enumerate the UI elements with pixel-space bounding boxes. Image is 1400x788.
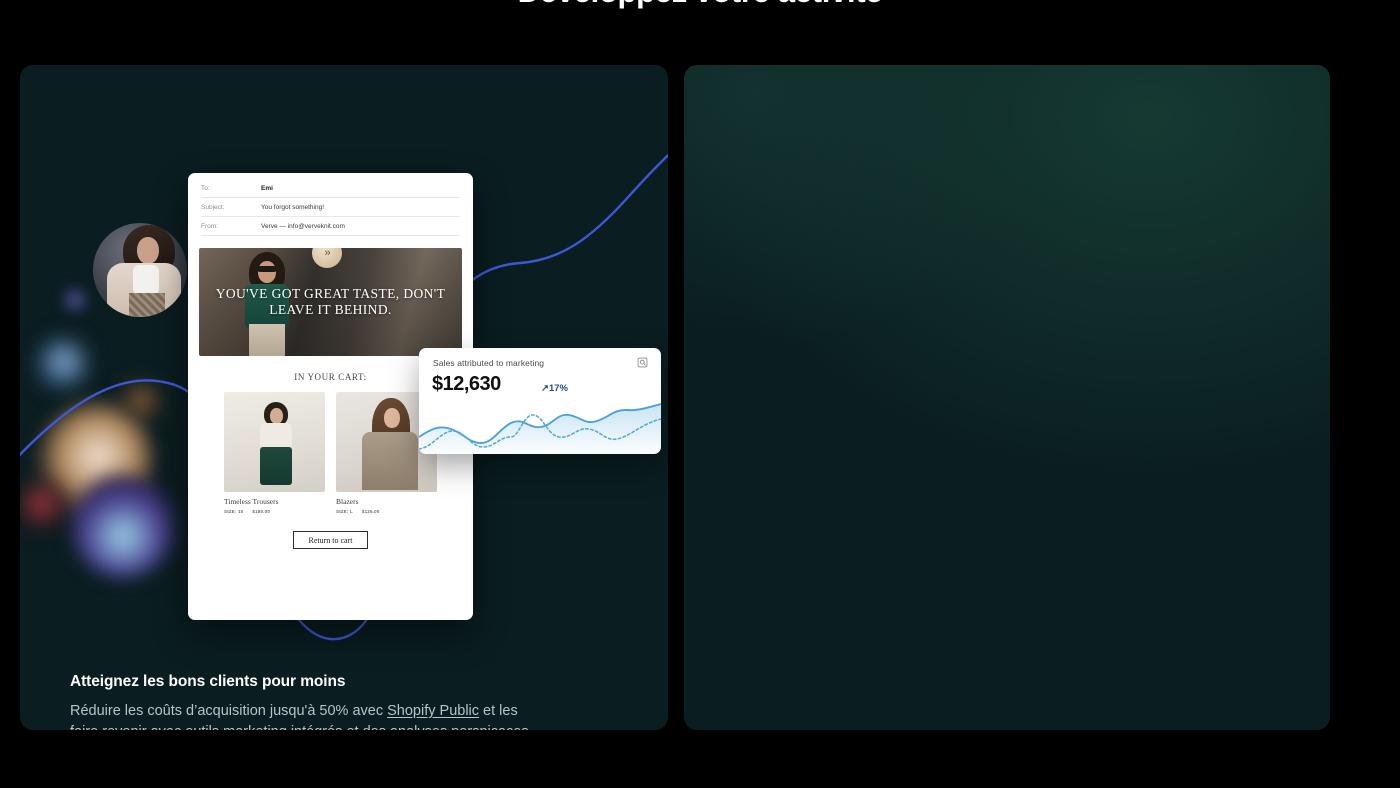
analytics-sparkline xyxy=(419,403,661,454)
left-copy-body: Réduire les coûts d’acquisition jusqu'à … xyxy=(70,701,540,730)
cart-item-price: $180.00 xyxy=(252,509,271,514)
email-header-fields: To: Emi Subject: You forgot something! F… xyxy=(188,173,473,236)
left-card-copy: Atteignez les bons clients pour moins Ré… xyxy=(70,673,540,730)
avatar-skirt xyxy=(129,293,165,317)
page-root: Développez votre activité xyxy=(0,0,1400,788)
cart-item-name: Timeless Trousers xyxy=(224,497,279,506)
copy-text: Réduire les coûts d’acquisition jusqu'à … xyxy=(70,703,388,719)
email-field-value: Emi xyxy=(261,184,273,192)
model-face xyxy=(258,261,276,283)
email-row-subject: Subject: You forgot something! xyxy=(201,198,460,217)
avatar-top xyxy=(133,265,159,295)
email-field-label: To: xyxy=(201,184,210,192)
analytics-title: Sales attributed to marketing xyxy=(433,358,545,368)
link-shopify-public[interactable]: Shopify Public xyxy=(387,703,479,719)
link-insightful-analytics[interactable]: des analyses perspicaces xyxy=(363,724,529,731)
model-pants xyxy=(249,324,285,356)
email-field-value: You forgot something! xyxy=(261,203,324,211)
sales-analytics-card: Sales attributed to marketing $12,630 ↗1… xyxy=(419,348,661,454)
decorative-blob xyxy=(65,290,85,310)
copy-text: et xyxy=(342,724,362,731)
cart-item-size: SIZE: 10 xyxy=(224,509,244,514)
email-hero-headline: YOU'VE GOT GREAT TASTE, DON'T LEAVE IT B… xyxy=(215,286,446,317)
email-row-from: From: Verve — info@verveknit.com xyxy=(201,217,460,236)
left-copy-heading: Atteignez les bons clients pour moins xyxy=(70,673,346,690)
email-field-label: From: xyxy=(201,222,218,230)
copy-text: . xyxy=(529,724,533,731)
cart-item-meta: SIZE: L $125.00 xyxy=(336,509,437,514)
decorative-blob xyxy=(20,483,64,527)
marketing-feature-card: To: Emi Subject: You forgot something! F… xyxy=(20,65,668,730)
analytics-value: $12,630 xyxy=(432,373,501,395)
email-row-to: To: Emi xyxy=(201,179,460,198)
analytics-delta-badge: ↗17% xyxy=(541,383,568,394)
return-to-cart-button[interactable]: Return to cart xyxy=(293,531,368,549)
cart-item-size: SIZE: L xyxy=(336,509,353,514)
sunglasses-icon xyxy=(257,266,277,272)
link-marketing-tools[interactable]: outils marketing intégrés xyxy=(185,724,342,731)
chart-magnify-icon[interactable] xyxy=(637,357,648,368)
cart-item-thumbnail xyxy=(224,392,325,492)
decorative-blob xyxy=(38,340,86,388)
customer-avatar xyxy=(93,223,187,317)
cart-item-name: Blazers xyxy=(336,497,359,506)
cart-item[interactable]: Timeless Trousers SIZE: 10 $180.00 xyxy=(224,392,325,514)
page-title: Développez votre activité xyxy=(0,0,1400,10)
email-field-value: Verve — info@verveknit.com xyxy=(261,222,345,230)
cart-item-price: $125.00 xyxy=(361,509,380,514)
email-field-label: Subject: xyxy=(201,203,225,211)
decorative-blob xyxy=(72,475,174,577)
cart-item-meta: SIZE: 10 $180.00 xyxy=(224,509,325,514)
email-hero-banner: ›› YOU'VE GOT GREAT TASTE, DON'T LEAVE I… xyxy=(199,248,462,356)
brand-seal-icon: ›› xyxy=(312,248,342,268)
b2b-feature-card: Knit Sweater $89.00 USD - $109.00 USD In… xyxy=(684,65,1330,730)
avatar-face xyxy=(137,237,159,264)
